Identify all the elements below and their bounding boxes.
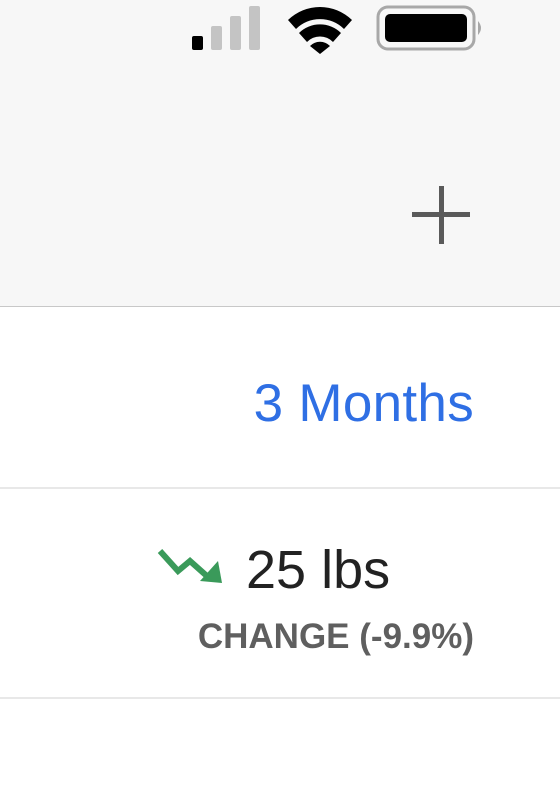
empty-row: [0, 699, 560, 800]
change-row: 25 lbs CHANGE (-9.9%): [0, 489, 560, 699]
cellular-signal-icon: [192, 6, 260, 50]
period-row: 3 Months: [0, 307, 560, 489]
status-bar: [0, 0, 560, 60]
wifi-icon: [288, 7, 352, 54]
battery-icon: [376, 5, 481, 51]
change-label: CHANGE (-9.9%): [197, 617, 474, 656]
screen: 3 Months 25 lbs CHANGE (-9.9%): [0, 0, 560, 800]
period-selector-link[interactable]: 3 Months: [254, 373, 474, 434]
add-button[interactable]: [406, 186, 476, 246]
change-value: 25 lbs: [246, 540, 391, 600]
trend-down-icon: [157, 548, 222, 583]
header: [0, 0, 560, 307]
